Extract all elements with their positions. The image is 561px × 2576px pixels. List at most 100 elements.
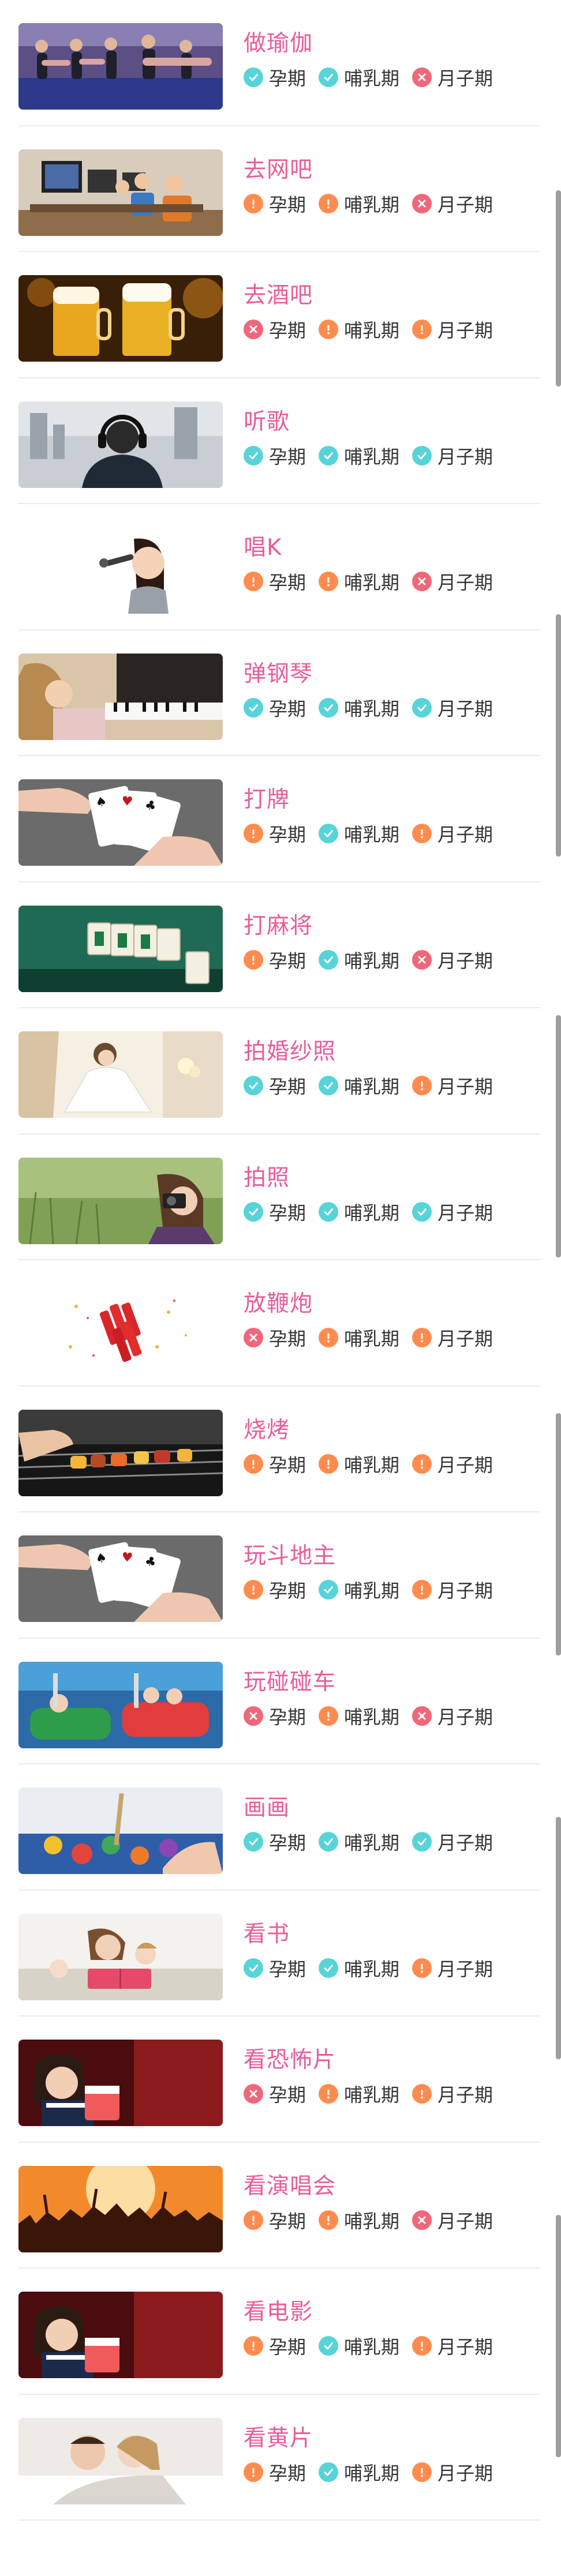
list-item[interactable]: 打麻将 孕期 哺乳期 月子期 <box>18 883 540 1009</box>
status-tag-label: 孕期 <box>269 2210 306 2232</box>
check-icon <box>319 67 339 87</box>
status-tag: 哺乳期 <box>319 1451 399 1477</box>
status-tag-label: 哺乳期 <box>344 445 400 468</box>
status-tags: 孕期 哺乳期 月子期 <box>244 1577 506 1602</box>
list-item[interactable]: 看演唱会 孕期 哺乳期 月子期 <box>18 2143 540 2269</box>
item-title: 玩斗地主 <box>244 1543 336 1569</box>
status-tag-label: 月子期 <box>437 1706 493 1728</box>
item-title: 看书 <box>244 1921 290 1947</box>
status-tag-label: 哺乳期 <box>344 697 400 720</box>
thumbnail-firecracker <box>18 1283 223 1370</box>
exclamation-icon <box>319 572 339 591</box>
list-item[interactable]: 做瑜伽孕期 哺乳期 月子期 <box>18 0 540 126</box>
exclamation-icon <box>319 2210 339 2230</box>
status-tag: 哺乳期 <box>319 1828 399 1855</box>
status-tag: 孕期 <box>244 2333 306 2359</box>
list-item[interactable]: 唱K 孕期 哺乳期 月子期 <box>18 504 540 630</box>
list-item[interactable]: 听歌 孕期 哺乳期 月子期 <box>18 378 540 505</box>
status-tag-label: 孕期 <box>269 1454 306 1476</box>
thumbnail-cards: ♠ ♥ ♣ <box>18 1535 223 1622</box>
scrollbar-thumb[interactable] <box>556 1015 561 1257</box>
list-item[interactable]: ♠ ♥ ♣ 玩斗地主孕期 哺乳期 月子期 <box>18 1512 540 1639</box>
status-tag: 孕期 <box>244 1576 306 1603</box>
status-tag: 哺乳期 <box>319 2207 399 2233</box>
scrollbar-thumb[interactable] <box>556 1817 561 2059</box>
list-item[interactable]: 看书 孕期 哺乳期 月子期 <box>18 1891 540 2017</box>
scrollbar-thumb[interactable] <box>556 1413 561 1655</box>
status-tag-label: 哺乳期 <box>344 67 400 89</box>
scrollbar-thumb[interactable] <box>556 2215 561 2457</box>
status-tag-label: 哺乳期 <box>344 1201 400 1224</box>
status-tag-label: 孕期 <box>269 1076 306 1098</box>
exclamation-icon <box>412 2336 432 2356</box>
status-tags: 孕期 哺乳期 月子期 <box>244 2207 506 2233</box>
scrollbar-thumb[interactable] <box>556 190 561 386</box>
list-item[interactable]: 烧烤 孕期 哺乳期 月子期 <box>18 1387 540 1513</box>
exclamation-icon <box>412 1328 432 1347</box>
exclamation-icon <box>319 1328 339 1347</box>
status-tags: 孕期 哺乳期 月子期 <box>244 443 506 468</box>
exclamation-icon <box>244 1454 263 1474</box>
status-tag-label: 哺乳期 <box>344 1454 400 1476</box>
thumbnail-reading <box>18 1913 223 2000</box>
scrollbar-thumb[interactable] <box>556 614 561 857</box>
thumbnail-mahjong <box>18 905 223 992</box>
status-tag-label: 哺乳期 <box>344 1076 400 1098</box>
status-tag: 孕期 <box>244 1828 306 1855</box>
list-item[interactable]: 看恐怖片孕期 哺乳期 月子期 <box>18 2017 540 2143</box>
exclamation-icon <box>319 1706 339 1726</box>
list-item[interactable]: 看黄片 孕期 哺乳期 月子期 <box>18 2395 540 2521</box>
cross-icon <box>244 2084 263 2104</box>
status-tags: 孕期 哺乳期 月子期 <box>244 1451 506 1477</box>
thumbnail-yoga <box>18 23 223 110</box>
cross-icon <box>412 1706 432 1726</box>
thumbnail-karaoke <box>18 527 223 614</box>
item-title: 唱K <box>244 535 282 561</box>
exclamation-icon <box>319 1454 339 1474</box>
check-icon <box>319 2336 339 2356</box>
thumbnail-concert <box>18 2165 223 2252</box>
item-title: 放鞭炮 <box>244 1291 313 1317</box>
exclamation-icon <box>412 2084 432 2104</box>
item-title: 看电影 <box>244 2299 313 2325</box>
list-item[interactable]: 看电影孕期 哺乳期 月子期 <box>18 2269 540 2395</box>
status-tag-label: 孕期 <box>269 1706 306 1728</box>
item-title: 做瑜伽 <box>244 31 313 57</box>
status-tag: 哺乳期 <box>319 2081 399 2107</box>
list-item[interactable]: ♠ ♥ ♣ 打牌 孕期 哺乳期 月子期 <box>18 756 540 883</box>
check-icon <box>319 2462 339 2482</box>
check-icon <box>244 1201 263 1222</box>
list-item[interactable]: 画画 孕期 哺乳期 月子期 <box>18 1764 540 1891</box>
status-tag-label: 月子期 <box>437 67 493 89</box>
status-tag-label: 月子期 <box>437 193 493 216</box>
status-tag: 月子期 <box>412 1955 493 1981</box>
exclamation-icon <box>319 2084 339 2104</box>
status-tag: 孕期 <box>244 694 306 721</box>
list-item[interactable]: 弹钢琴 孕期 哺乳期 月子期 <box>18 630 540 757</box>
exclamation-icon <box>244 2336 263 2356</box>
check-icon <box>319 1958 339 1978</box>
list-item[interactable]: 去网吧 孕期 哺乳期 月子期 <box>18 126 540 253</box>
thumbnail-cinema <box>18 2292 223 2378</box>
list-item[interactable]: 拍照 孕期 哺乳期 月子期 <box>18 1135 540 1261</box>
item-title: 去网吧 <box>244 156 313 183</box>
status-tag: 孕期 <box>244 64 306 91</box>
status-tag-label: 月子期 <box>437 2084 493 2106</box>
check-icon <box>319 949 339 970</box>
thumbnail-painting <box>18 1788 223 1874</box>
status-tag-label: 月子期 <box>437 697 493 720</box>
list-item[interactable]: 去酒吧 孕期 哺乳期 月子期 <box>18 252 540 378</box>
item-title: 烧烤 <box>244 1417 290 1443</box>
list-item[interactable]: 拍婚纱照 孕期 哺乳期 月子期 <box>18 1008 540 1135</box>
status-tags: 孕期 哺乳期 月子期 <box>244 2333 506 2359</box>
status-tag-label: 月子期 <box>437 1958 493 1980</box>
item-title: 看恐怖片 <box>244 2047 336 2073</box>
status-tag-label: 孕期 <box>269 2084 306 2106</box>
check-icon <box>319 824 339 843</box>
list-item[interactable]: 放鞭炮 孕期 哺乳期 月子期 <box>18 1260 540 1387</box>
cross-icon <box>244 320 263 339</box>
check-icon <box>319 1076 339 1095</box>
status-tag: 哺乳期 <box>319 1955 399 1981</box>
status-tag: 孕期 <box>244 568 306 595</box>
list-item[interactable]: 玩碰碰车 孕期 哺乳期 月子期 <box>18 1639 540 1765</box>
